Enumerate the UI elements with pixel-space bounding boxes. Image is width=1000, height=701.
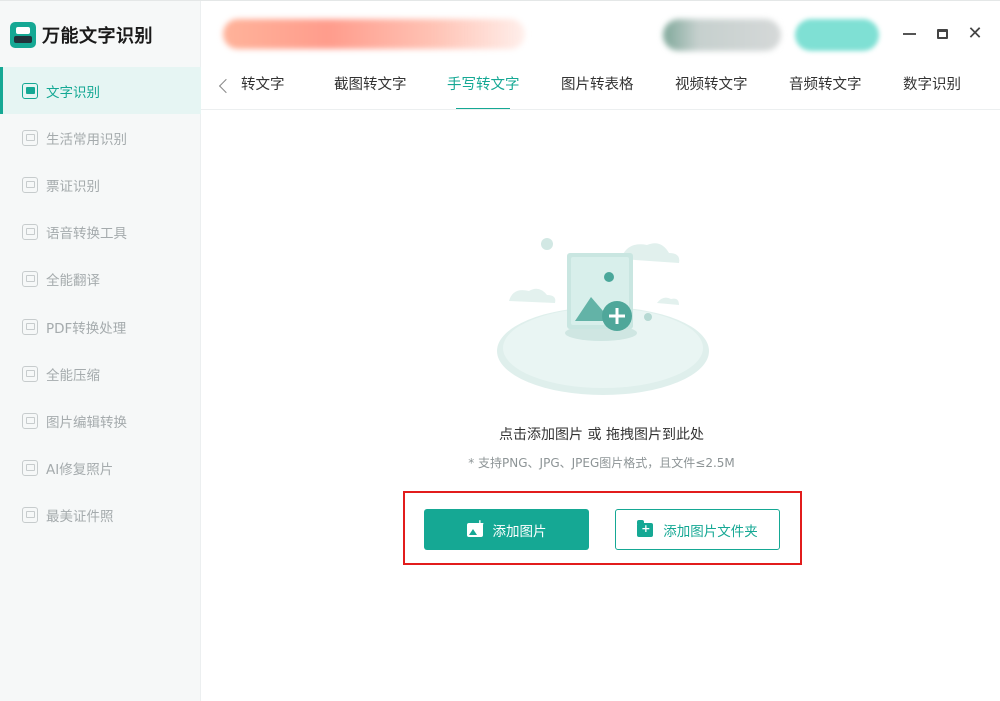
tab-handwriting-to-text[interactable]: 手写转文字 — [447, 67, 520, 109]
sidebar-item-image-edit[interactable]: 图片编辑转换 — [0, 397, 201, 444]
sidebar: 万能文字识别 文字识别 生活常用识别 票证识别 语音转换工具 全能翻译 PDF转… — [0, 1, 201, 701]
tab-scroll-left-button[interactable] — [215, 75, 234, 99]
app-title: 万能文字识别 — [42, 26, 153, 47]
sidebar-item-id-photo[interactable]: 最美证件照 — [0, 492, 201, 539]
sidebar-item-label: 语音转换工具 — [46, 226, 127, 243]
format-hint: * 支持PNG、JPG、JPEG图片格式，且文件≤2.5M — [468, 456, 735, 470]
sidebar-item-ai-repair[interactable]: AI修复照片 — [0, 445, 201, 492]
scanner-logo-icon — [10, 22, 36, 48]
ocr-icon — [22, 82, 38, 99]
image-add-icon — [466, 517, 485, 537]
vip-button[interactable] — [795, 19, 879, 51]
sidebar-item-voice-convert[interactable]: 语音转换工具 — [0, 209, 201, 256]
tab-video-to-text[interactable]: 视频转文字 — [675, 67, 748, 109]
sidebar-item-label: 生活常用识别 — [46, 131, 127, 148]
tab-bar: 转文字 截图转文字 手写转文字 图片转表格 视频转文字 音频转文字 数字识别 — [201, 67, 1000, 110]
tab-image-to-text[interactable]: 转文字 — [241, 67, 285, 109]
tab-digit-recognition[interactable]: 数字识别 — [903, 67, 961, 109]
upload-dropzone[interactable]: 点击添加图片 或 拖拽图片到此处 * 支持PNG、JPG、JPEG图片格式，且文… — [201, 111, 1000, 701]
sidebar-menu: 文字识别 生活常用识别 票证识别 语音转换工具 全能翻译 PDF转换处理 全能压… — [0, 67, 201, 539]
upload-hint: 点击添加图片 或 拖拽图片到此处 — [499, 427, 704, 443]
sidebar-item-label: 文字识别 — [46, 84, 100, 101]
promo-banner[interactable] — [223, 19, 525, 49]
voice-convert-icon — [22, 224, 38, 241]
sidebar-item-ticket-scan[interactable]: 票证识别 — [0, 161, 201, 208]
add-folder-button[interactable]: 添加图片文件夹 — [615, 509, 780, 550]
tab-audio-to-text[interactable]: 音频转文字 — [789, 67, 862, 109]
close-icon: ✕ — [967, 23, 983, 44]
brand: 万能文字识别 — [10, 17, 153, 53]
sidebar-item-label: AI修复照片 — [46, 462, 114, 479]
minimize-icon — [902, 33, 916, 35]
ticket-scan-icon — [22, 176, 38, 193]
sidebar-item-translate[interactable]: 全能翻译 — [0, 256, 201, 303]
ai-repair-icon — [22, 460, 38, 477]
add-image-button[interactable]: 添加图片 — [424, 509, 589, 550]
sidebar-item-label: 全能压缩 — [46, 367, 100, 384]
add-image-label: 添加图片 — [492, 523, 547, 540]
sidebar-item-life-scan[interactable]: 生活常用识别 — [0, 114, 201, 161]
upload-image-illustration — [497, 238, 709, 395]
pdf-icon — [22, 318, 38, 335]
maximize-icon — [936, 29, 948, 39]
sidebar-item-label: 全能翻译 — [46, 273, 100, 290]
add-folder-label: 添加图片文件夹 — [663, 523, 758, 540]
compress-icon — [22, 365, 38, 382]
sidebar-item-label: 票证识别 — [46, 178, 100, 195]
tab-image-to-table[interactable]: 图片转表格 — [561, 67, 634, 109]
user-account[interactable] — [663, 19, 781, 51]
id-photo-icon — [22, 507, 38, 524]
sidebar-item-label: PDF转换处理 — [46, 320, 127, 337]
close-button[interactable]: ✕ — [964, 23, 986, 45]
sidebar-item-pdf[interactable]: PDF转换处理 — [0, 303, 201, 350]
sidebar-item-ocr[interactable]: 文字识别 — [0, 67, 201, 115]
folder-add-icon — [637, 519, 654, 537]
chevron-left-icon — [218, 78, 234, 94]
minimize-button[interactable] — [898, 23, 920, 45]
life-scan-icon — [22, 129, 38, 146]
tab-screenshot-to-text[interactable]: 截图转文字 — [334, 67, 407, 109]
sidebar-item-label: 图片编辑转换 — [46, 414, 127, 431]
app-window: 万能文字识别 文字识别 生活常用识别 票证识别 语音转换工具 全能翻译 PDF转… — [0, 0, 1000, 701]
sidebar-item-label: 最美证件照 — [46, 509, 114, 526]
translate-icon — [22, 271, 38, 288]
maximize-button[interactable] — [931, 23, 953, 45]
image-edit-icon — [22, 412, 38, 429]
title-bar: ✕ — [201, 1, 1000, 67]
sidebar-item-compress[interactable]: 全能压缩 — [0, 350, 201, 397]
